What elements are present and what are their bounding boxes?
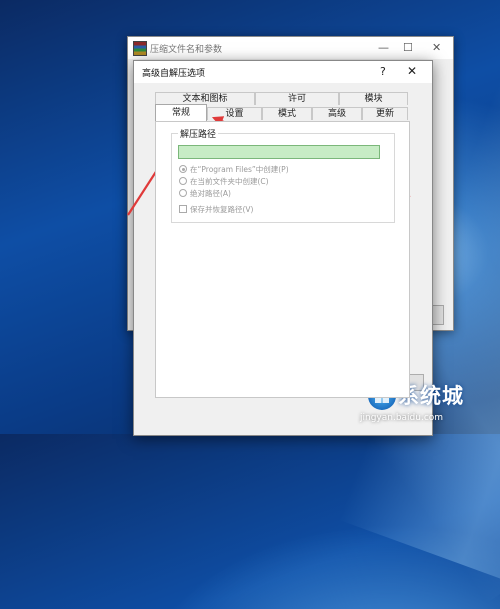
back-close-button[interactable]: ✕ [432,41,441,54]
option-label: 在“Program Files”中创建(P) [190,165,289,174]
extraction-path-group: 解压路径 在“Program Files”中创建(P) 在当前文件夹中创建(C)… [171,127,395,223]
checkbox-indicator [179,205,187,213]
tab-mode[interactable]: 模式 [262,107,312,120]
minimize-button[interactable]: — [378,41,389,54]
maximize-button[interactable]: ☐ [403,41,413,54]
extraction-path-label: 解压路径 [178,127,219,140]
advanced-sfx-options-dialog: 高级自解压选项 ? ✕ 文本和图标 许可 模块 常规 设置 模式 高级 更新 解… [133,60,433,436]
option-label: 保存并恢复路径(V) [190,205,254,214]
radio-create-in-program-files[interactable]: 在“Program Files”中创建(P) [179,164,289,175]
radio-indicator [179,189,187,197]
tab-modules[interactable]: 模块 [339,92,408,105]
radio-create-in-current-folder[interactable]: 在当前文件夹中创建(C) [179,176,269,187]
watermark-url: jingyan.baidu.com [360,413,444,423]
back-window-titlebar: 压缩文件名和参数 — ☐ ✕ [128,37,453,59]
general-tab-panel: 解压路径 在“Program Files”中创建(P) 在当前文件夹中创建(C)… [155,121,410,398]
radio-indicator [179,165,187,173]
tab-update[interactable]: 更新 [362,107,408,120]
tab-setup[interactable]: 设置 [207,107,262,120]
close-icon[interactable]: ✕ [407,64,417,78]
help-icon[interactable]: ? [380,65,386,78]
dialog-title: 高级自解压选项 [142,69,206,79]
checkbox-save-restore-path[interactable]: 保存并恢复路径(V) [179,204,253,215]
winrar-icon [133,41,147,56]
extraction-path-input[interactable] [178,145,380,159]
tab-license[interactable]: 许可 [255,92,339,105]
option-label: 在当前文件夹中创建(C) [190,177,269,186]
tab-advanced[interactable]: 高级 [312,107,362,120]
back-window-title: 压缩文件名和参数 [150,45,223,55]
radio-absolute-path[interactable]: 绝对路径(A) [179,188,231,199]
option-label: 绝对路径(A) [190,189,231,198]
radio-indicator [179,177,187,185]
tab-general[interactable]: 常规 [155,104,207,121]
dialog-titlebar: 高级自解压选项 ? ✕ [134,61,432,83]
